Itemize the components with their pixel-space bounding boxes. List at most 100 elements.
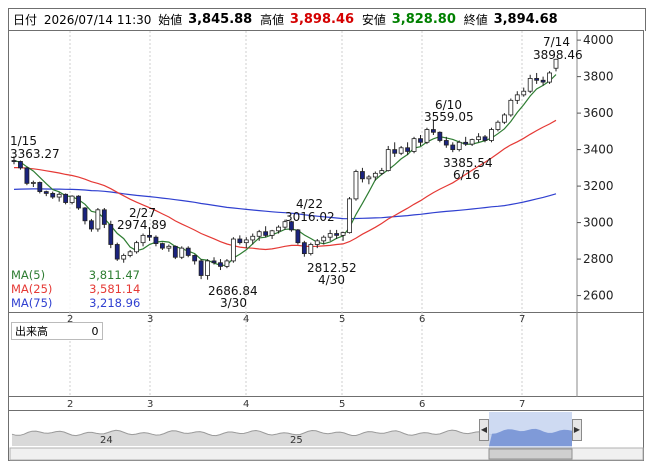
candle-body-up (347, 198, 352, 234)
candle (114, 242, 120, 261)
candle-body-down (218, 262, 223, 267)
candle (347, 197, 352, 234)
x-tick-label: 4 (243, 314, 249, 325)
candle-body-up (398, 147, 404, 154)
candle-body-down (301, 242, 307, 255)
candle-body-down (153, 236, 159, 244)
price-annotation: 4/302812.52 (307, 261, 357, 287)
candle (24, 166, 30, 186)
candle (56, 192, 62, 202)
candle (456, 140, 462, 152)
annotation-date: 6/16 (453, 168, 480, 182)
x-tick-label-lower: 7 (519, 399, 525, 410)
candle (82, 207, 88, 225)
candle-body-up (411, 138, 417, 152)
candle-body-up (56, 193, 62, 198)
volume-label: 出来高 0 (11, 322, 103, 340)
candle-body-down (237, 238, 243, 244)
ma25-legend: MA(25) 3,581.14 (11, 282, 140, 296)
candle (469, 138, 475, 146)
candle-body-up (230, 238, 236, 262)
candle (237, 235, 243, 245)
ma5-value: 3,811.47 (88, 268, 140, 282)
navigator-scroll-thumb[interactable] (488, 448, 573, 460)
candle-body-down (443, 140, 449, 146)
candle (224, 259, 230, 269)
annotation-date: 4/30 (318, 273, 345, 287)
candle (398, 145, 404, 156)
candle (424, 127, 430, 145)
candle-body-up (327, 233, 333, 238)
candle (243, 237, 249, 249)
annotation-value: 3559.05 (424, 110, 474, 124)
candle (172, 245, 178, 260)
x-tick-label-lower: 4 (243, 399, 249, 410)
candle-body-down (101, 209, 107, 225)
candle-body-up (314, 240, 320, 245)
ma25-value: 3,581.14 (89, 282, 141, 296)
candle (198, 259, 204, 280)
candle-body-up (69, 195, 75, 203)
candle (327, 229, 333, 241)
y-tick-label: 3400 (583, 143, 614, 157)
y-tick-label: 4000 (583, 33, 614, 47)
candle-body-down (76, 195, 81, 209)
annotation-value: 3363.27 (10, 147, 60, 161)
candle-body-down (50, 192, 56, 198)
ma75-value: 3,218.96 (89, 296, 141, 310)
candle (50, 191, 56, 199)
candle-body-down (160, 243, 165, 249)
candle-body-up (121, 255, 127, 260)
candle-body-down (108, 224, 114, 245)
nav-left-handle[interactable]: ◀ (479, 419, 489, 441)
candle-body-down (392, 149, 398, 154)
price-annotation: 3/302686.84 (208, 284, 258, 310)
candle (160, 242, 165, 250)
annotation-value: 2974.89 (117, 218, 167, 232)
candle-body-up (224, 260, 230, 267)
annotation-value: 2686.84 (208, 284, 258, 298)
annotation-date: 7/14 (543, 35, 570, 49)
ma75-name: MA(75) (11, 296, 53, 310)
candle-body-down (463, 141, 469, 145)
nav-right-handle[interactable]: ▶ (572, 419, 582, 441)
ma5-legend: MA(5) 3,811.47 (11, 268, 140, 282)
candle (437, 131, 443, 143)
price-annotation: 6/103559.05 (424, 98, 474, 124)
price-annotation: 2/272974.89 (117, 206, 167, 232)
x-tick-label: 6 (419, 314, 425, 325)
candle (140, 233, 146, 247)
ma5-name: MA(5) (11, 268, 46, 282)
candle (385, 145, 391, 172)
annotation-date: 4/22 (296, 197, 323, 211)
price-annotation: 4/223016.02 (285, 197, 335, 224)
navigator-selection-area (489, 428, 572, 446)
candle (127, 249, 133, 258)
candle-body-up (527, 78, 533, 92)
candle (547, 71, 552, 84)
x-tick-label: 5 (339, 314, 345, 325)
candle (134, 240, 139, 254)
y-tick-label: 3800 (583, 70, 614, 84)
candle-body-down (450, 144, 456, 151)
candle (527, 74, 533, 94)
candle (489, 127, 494, 143)
candle (508, 98, 514, 117)
candle-body-down (211, 260, 217, 264)
candle-body-down (63, 193, 69, 203)
candle (501, 113, 507, 125)
ma75-legend: MA(75) 3,218.96 (11, 296, 140, 310)
candle-body-down (24, 167, 30, 184)
candle-body-down (360, 171, 365, 180)
candle-body-down (437, 131, 443, 141)
candle-body-up (469, 139, 475, 145)
x-tick-label-lower: 2 (67, 399, 73, 410)
candle-body-down (172, 245, 178, 258)
candle-body-up (372, 172, 378, 178)
candle-body-up (508, 99, 514, 116)
candle-body-up (385, 149, 391, 171)
candle (295, 228, 301, 245)
candle (450, 142, 456, 153)
candle (153, 235, 159, 247)
candle-body-down (263, 231, 269, 236)
